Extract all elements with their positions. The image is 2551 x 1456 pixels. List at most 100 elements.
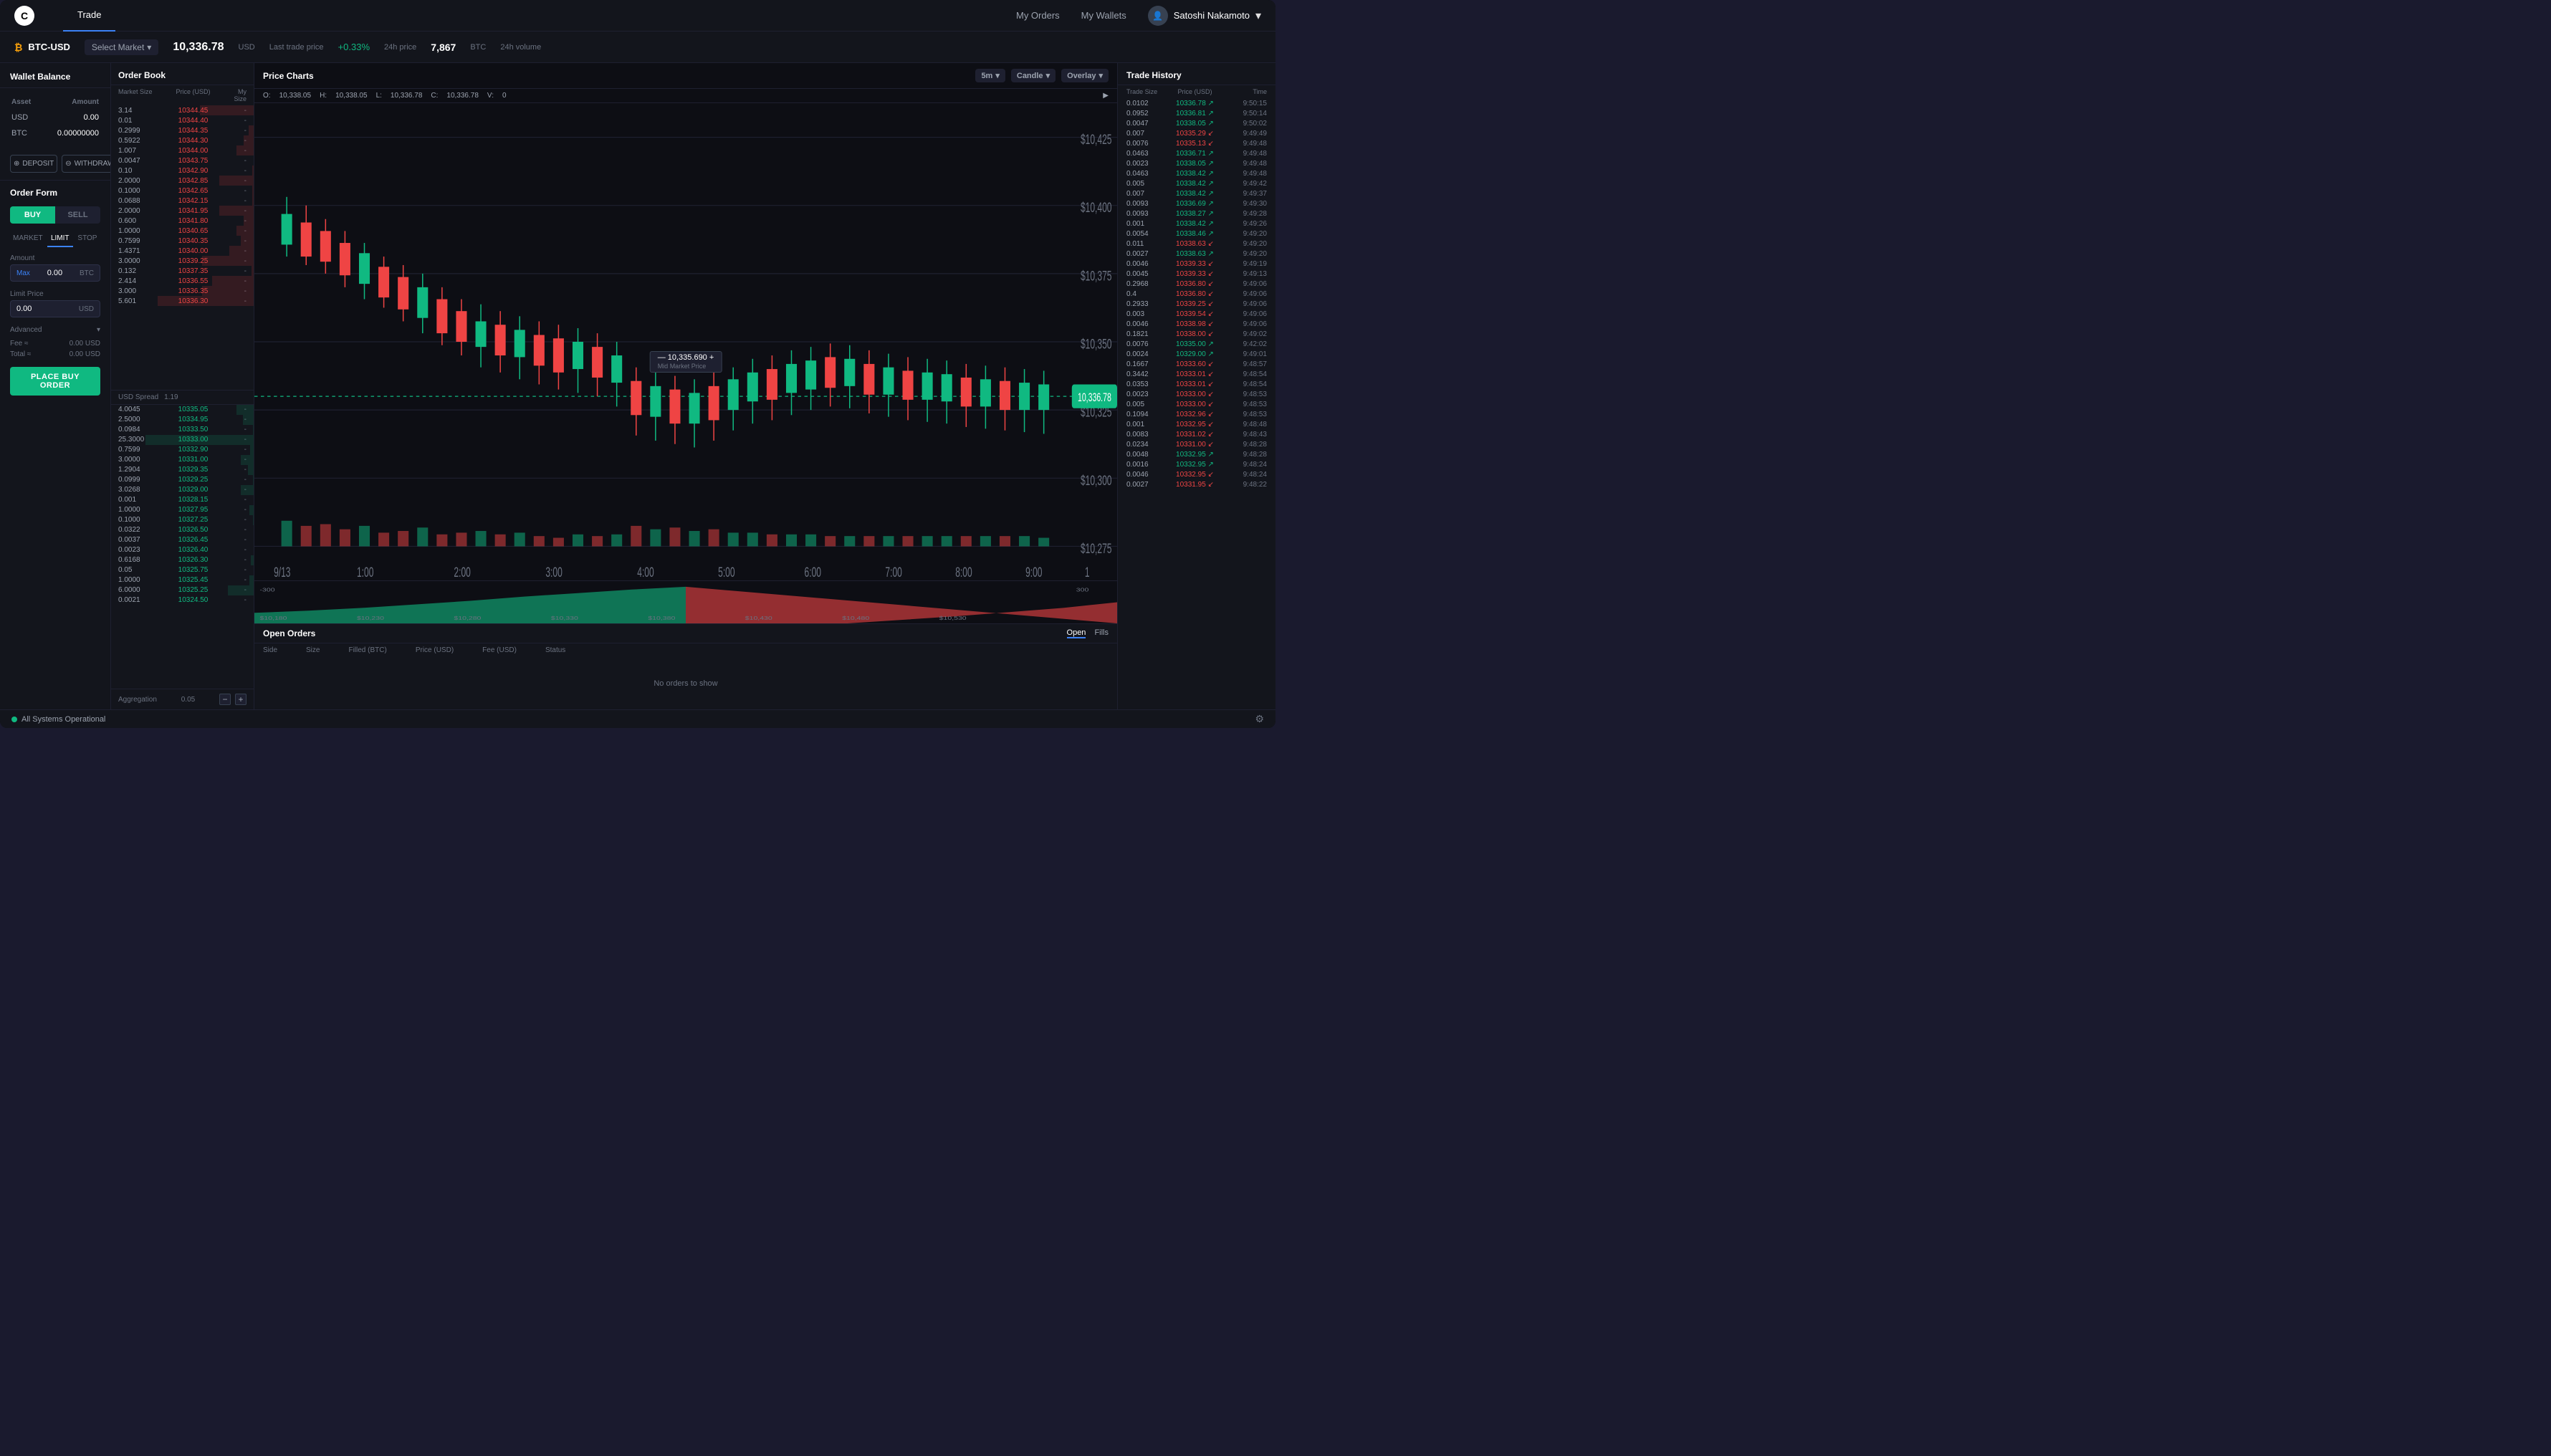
order-book-sell-row[interactable]: 3.0000 10339.25 -: [111, 256, 254, 266]
order-book-buy-row[interactable]: 0.0023 10326.40 -: [111, 545, 254, 555]
svg-text:1: 1: [1085, 566, 1090, 580]
place-buy-order-button[interactable]: PLACE BUY ORDER: [10, 367, 100, 396]
th-trade-time: 9:48:53: [1231, 391, 1267, 398]
open-tab[interactable]: Open: [1067, 628, 1086, 638]
aggregation-decrease[interactable]: −: [219, 694, 231, 705]
order-book-sell-row[interactable]: 2.0000 10342.85 -: [111, 176, 254, 186]
ob-sell-size: 2.0000: [118, 207, 161, 215]
limit-price-input[interactable]: 0.00 USD: [10, 300, 100, 317]
ob-sell-size: 0.2999: [118, 127, 161, 135]
th-trade-time: 9:49:20: [1231, 240, 1267, 248]
order-book-buy-row[interactable]: 1.2904 10329.35 -: [111, 465, 254, 475]
sell-tab[interactable]: SELL: [55, 206, 100, 224]
order-book-buy-row[interactable]: 1.0000 10327.95 -: [111, 505, 254, 515]
trade-history-row: 0.0023 10338.05 ↗ 9:49:48: [1118, 158, 1276, 168]
order-book-sell-row[interactable]: 0.132 10337.35 -: [111, 266, 254, 276]
select-market-button[interactable]: Select Market ▾: [85, 39, 158, 55]
order-book-sell-row[interactable]: 1.4371 10340.00 -: [111, 246, 254, 256]
trade-history-row: 0.2968 10336.80 ↙ 9:49:06: [1118, 279, 1276, 289]
order-book-sell-row[interactable]: 0.7599 10340.35 -: [111, 236, 254, 246]
svg-text:$10,425: $10,425: [1081, 133, 1112, 148]
order-book-sell-row[interactable]: 1.0000 10340.65 -: [111, 226, 254, 236]
th-trade-size: 0.4: [1126, 290, 1159, 298]
order-book-buy-row[interactable]: 6.0000 10325.25 -: [111, 585, 254, 595]
trade-history-row: 0.0047 10338.05 ↗ 9:50:02: [1118, 118, 1276, 128]
max-link[interactable]: Max: [16, 269, 30, 277]
chart-type-dropdown[interactable]: Candle ▾: [1011, 69, 1056, 82]
order-book-sell-row[interactable]: 2.414 10336.55 -: [111, 276, 254, 286]
ob-buy-price: 10325.75: [161, 566, 225, 574]
order-book-buy-row[interactable]: 0.6168 10326.30 -: [111, 555, 254, 565]
order-book-sell-row[interactable]: 0.0047 10343.75 -: [111, 155, 254, 166]
ob-buy-size: 3.0000: [118, 456, 161, 464]
order-book-buy-row[interactable]: 0.0322 10326.50 -: [111, 525, 254, 535]
th-trade-size: 0.0048: [1126, 451, 1159, 459]
order-book-sell-row[interactable]: 0.600 10341.80 -: [111, 216, 254, 226]
order-book-buy-row[interactable]: 0.7599 10332.90 -: [111, 445, 254, 455]
order-book-sell-row[interactable]: 1.007 10344.00 -: [111, 145, 254, 155]
direction-arrow: ↙: [1208, 130, 1214, 138]
order-book-sell-row[interactable]: 0.01 10344.40 -: [111, 115, 254, 125]
order-book-buy-row[interactable]: 0.1000 10327.25 -: [111, 515, 254, 525]
ob-buy-price: 10329.00: [161, 486, 225, 494]
direction-arrow: ↙: [1208, 260, 1214, 268]
order-book-buy-row[interactable]: 4.0045 10335.05 -: [111, 405, 254, 415]
settings-icon[interactable]: ⚙: [1255, 713, 1264, 725]
withdraw-button[interactable]: ⊖ WITHDRAW: [62, 155, 111, 173]
order-book-sell-row[interactable]: 0.10 10342.90 -: [111, 166, 254, 176]
user-menu[interactable]: 👤 Satoshi Nakamoto ▾: [1148, 6, 1261, 26]
timeframe-dropdown[interactable]: 5m ▾: [975, 69, 1005, 82]
order-book-buy-row[interactable]: 1.0000 10325.45 -: [111, 575, 254, 585]
order-type-market[interactable]: MARKET: [10, 231, 46, 247]
overlay-dropdown[interactable]: Overlay ▾: [1061, 69, 1109, 82]
order-book-buy-row[interactable]: 0.001 10328.15 -: [111, 495, 254, 505]
order-book-sell-row[interactable]: 0.2999 10344.35 -: [111, 125, 254, 135]
deposit-button[interactable]: ⊕ DEPOSIT: [10, 155, 57, 173]
order-book-sell-row[interactable]: 2.0000 10341.95 -: [111, 206, 254, 216]
th-trade-size: 0.0045: [1126, 270, 1159, 278]
buy-tab[interactable]: BUY: [10, 206, 55, 224]
order-book-sell-row[interactable]: 3.14 10344.45 -: [111, 105, 254, 115]
order-book-sell-row[interactable]: 0.1000 10342.65 -: [111, 186, 254, 196]
order-book-sell-row[interactable]: 3.000 10336.35 -: [111, 286, 254, 296]
th-trade-price: 10331.00 ↙: [1159, 441, 1231, 449]
order-book-buy-row[interactable]: 0.0984 10333.50 -: [111, 425, 254, 435]
ob-sell-size: 2.414: [118, 277, 161, 285]
order-book-buy-row[interactable]: 3.0000 10331.00 -: [111, 455, 254, 465]
order-book-buy-row[interactable]: 2.5000 10334.95 -: [111, 415, 254, 425]
order-form-header: Order Form: [0, 180, 110, 202]
order-book-buy-row[interactable]: 0.0999 10329.25 -: [111, 475, 254, 485]
logo[interactable]: C: [14, 6, 34, 26]
order-book-sell-row[interactable]: 5.601 10336.30 -: [111, 296, 254, 306]
aggregation-label: Aggregation: [118, 696, 157, 704]
amount-input[interactable]: Max 0.00 BTC: [10, 264, 100, 282]
minus-icon: ⊖: [65, 160, 71, 168]
btc-icon: ₿: [14, 42, 22, 53]
order-book-buy-row[interactable]: 0.05 10325.75 -: [111, 565, 254, 575]
order-type-limit[interactable]: LIMIT: [47, 231, 73, 247]
fills-tab[interactable]: Fills: [1094, 628, 1109, 638]
order-type-stop[interactable]: STOP: [75, 231, 100, 247]
chevron-down-icon: ▾: [1099, 71, 1103, 80]
my-orders-link[interactable]: My Orders: [1016, 10, 1060, 21]
ob-buy-size: 0.1000: [118, 516, 161, 524]
order-book-buy-row[interactable]: 3.0268 10329.00 -: [111, 485, 254, 495]
th-trade-size: 0.0234: [1126, 441, 1159, 449]
chart-info-bar: O: 10,338.05 H: 10,338.05 L: 10,336.78 C…: [254, 89, 1117, 103]
my-wallets-link[interactable]: My Wallets: [1081, 10, 1126, 21]
chart-nav-forward[interactable]: ▶: [1103, 92, 1109, 100]
th-trade-time: 9:48:43: [1231, 431, 1267, 439]
order-book-buy-row[interactable]: 25.3000 10333.00 -: [111, 435, 254, 445]
nav-tab-trade[interactable]: Trade: [63, 0, 115, 32]
ob-sell-price: 10342.85: [161, 177, 225, 185]
order-book-sell-row[interactable]: 0.0688 10342.15 -: [111, 196, 254, 206]
aggregation-increase[interactable]: +: [235, 694, 247, 705]
trade-history-row: 0.007 10335.29 ↙ 9:49:49: [1118, 128, 1276, 138]
trade-history-row: 0.0093 10336.69 ↗ 9:49:30: [1118, 198, 1276, 209]
advanced-toggle[interactable]: Advanced ▾: [10, 326, 100, 334]
direction-arrow: ↗: [1208, 180, 1214, 188]
order-book-buy-row[interactable]: 0.0021 10324.50 -: [111, 595, 254, 605]
order-book-buy-row[interactable]: 0.0037 10326.45 -: [111, 535, 254, 545]
th-trade-size: 0.0076: [1126, 340, 1159, 348]
order-book-sell-row[interactable]: 0.5922 10344.30 -: [111, 135, 254, 145]
